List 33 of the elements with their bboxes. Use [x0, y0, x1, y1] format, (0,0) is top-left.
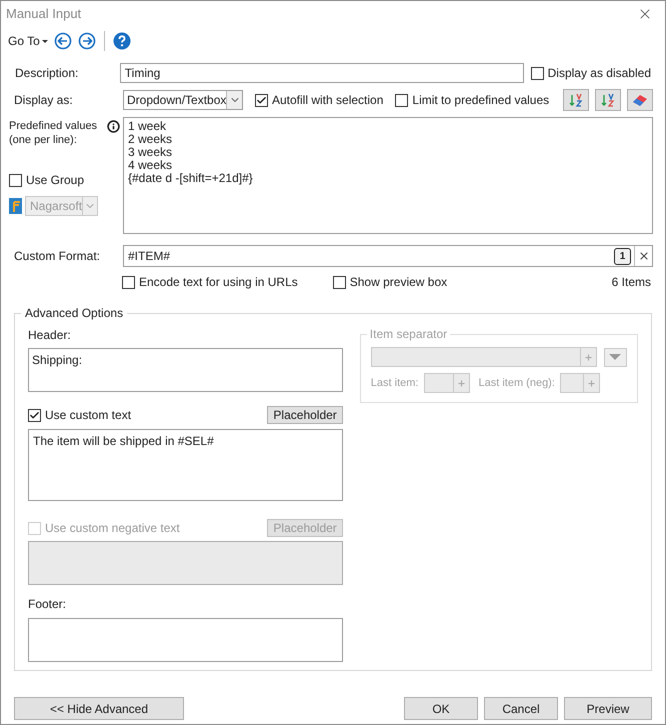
- predefined-values-field[interactable]: 1 week 2 weeks 3 weeks 4 weeks {#date d -[shift=+21d]#}: [123, 117, 653, 234]
- field-label: Predefined values (one per line):: [9, 119, 98, 147]
- checkbox-label: Use custom text: [45, 407, 132, 424]
- field-label: Footer:: [28, 596, 68, 613]
- placeholder-button[interactable]: Placeholder: [267, 406, 343, 424]
- field-label: Last item (neg):: [478, 376, 555, 391]
- checkbox-label: Use Group: [26, 172, 84, 189]
- hide-advanced-button[interactable]: << Hide Advanced: [14, 697, 184, 720]
- field-label: Custom Format:: [13, 248, 102, 265]
- field-label: Display as:: [13, 92, 74, 109]
- ok-button[interactable]: OK: [404, 697, 478, 720]
- goto-menu[interactable]: Go To: [8, 32, 48, 50]
- group-title: Item separator: [366, 327, 450, 341]
- checkbox-label: Encode text for using in URLs: [139, 274, 298, 291]
- group-title: Advanced Options: [21, 306, 128, 320]
- window-title: Manual Input: [6, 5, 82, 24]
- custom-format-field[interactable]: #ITEM# 1: [123, 245, 653, 267]
- custom-text-field[interactable]: The item will be shipped in #SEL#: [28, 429, 343, 501]
- field-label: Last item:: [370, 376, 418, 391]
- checkbox-label: Autofill with selection: [272, 92, 384, 109]
- count-badge[interactable]: 1: [614, 248, 631, 264]
- field-label: Header:: [28, 327, 72, 344]
- field-label: Description:: [14, 65, 80, 82]
- description-field[interactable]: Timing: [120, 63, 524, 83]
- preview-button[interactable]: Preview: [564, 697, 652, 720]
- checkbox-label: Use custom negative text: [45, 520, 180, 537]
- display-as-dropdown[interactable]: Dropdown/Textbox: [123, 90, 243, 110]
- header-field[interactable]: Shipping:: [28, 348, 343, 392]
- item-count: 6 Items: [612, 274, 651, 291]
- checkbox-label: Limit to predefined values: [412, 92, 550, 109]
- cancel-button[interactable]: Cancel: [484, 697, 558, 720]
- checkbox-label: Display as disabled: [548, 65, 651, 82]
- checkbox-label: Show preview box: [350, 274, 448, 291]
